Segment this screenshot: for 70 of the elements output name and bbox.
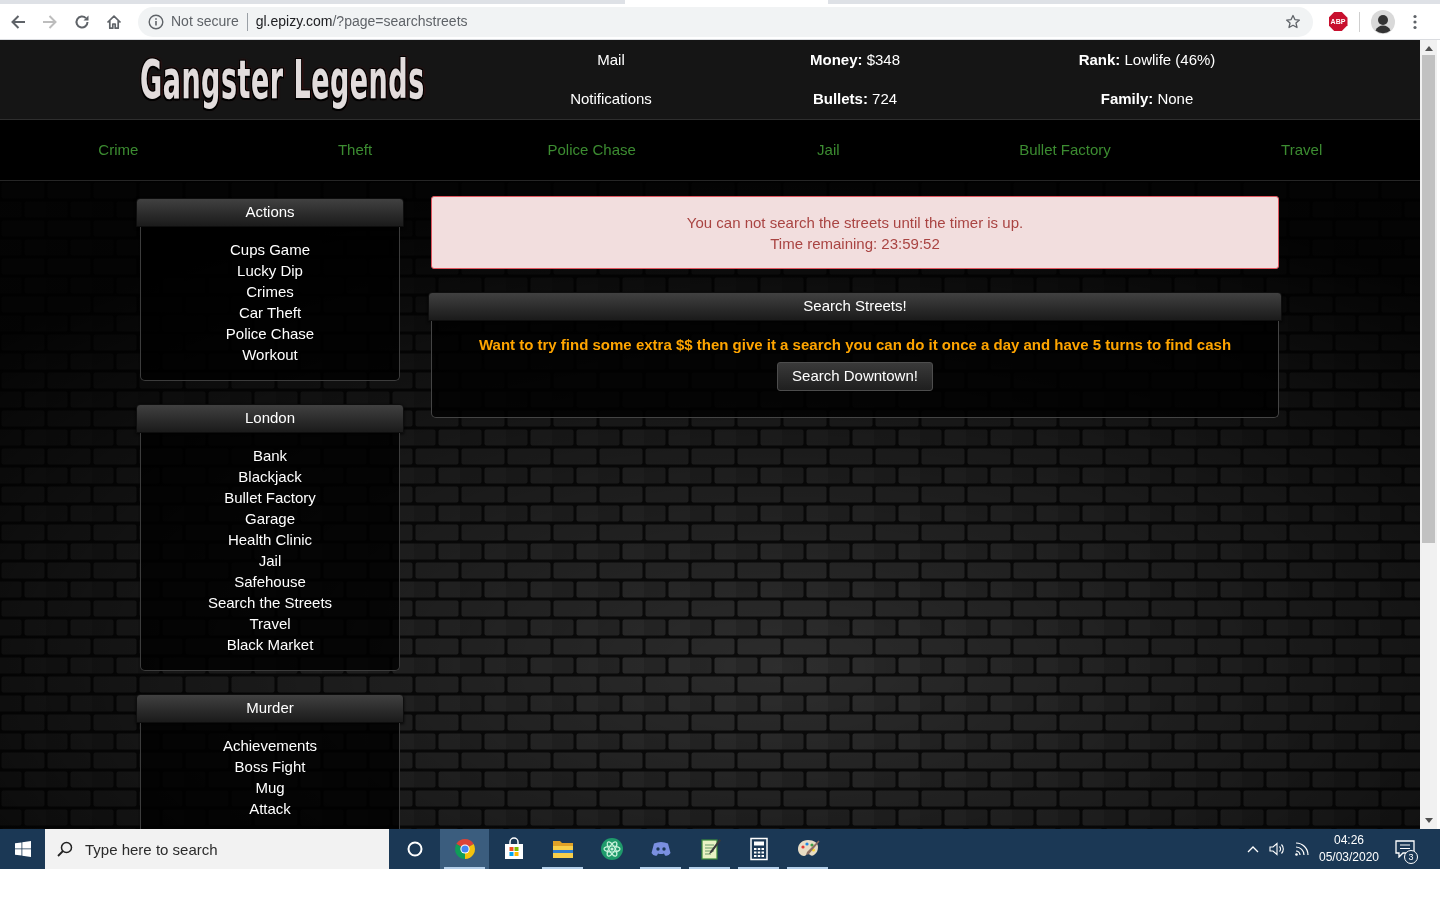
windows-logo-icon xyxy=(14,841,31,857)
sidebar-link[interactable]: Police Chase xyxy=(225,323,315,344)
search-downtown-button[interactable]: Search Downtown! xyxy=(777,362,933,391)
security-label[interactable]: Not secure xyxy=(171,11,239,32)
sidebar-link[interactable]: Blackjack xyxy=(238,466,302,487)
sidebar-link[interactable]: Safehouse xyxy=(234,571,306,592)
panel-header: Actions xyxy=(136,198,404,227)
panel-header: Murder xyxy=(136,694,404,723)
sidebar-link[interactable]: Travel xyxy=(249,613,291,634)
sidebar-link[interactable]: Garage xyxy=(244,508,295,529)
forward-arrow-icon xyxy=(42,13,58,30)
site-logo[interactable]: Gangster Legends xyxy=(140,52,425,107)
notifications-button[interactable]: 3 xyxy=(1384,829,1426,869)
sidebar-link[interactable]: Lucky Dip xyxy=(237,260,303,281)
scroll-up-arrow-icon[interactable] xyxy=(1424,46,1433,51)
sidebar-link[interactable]: Car Theft xyxy=(238,302,302,323)
sidebar-link[interactable]: Crimes xyxy=(246,281,294,302)
scroll-down-arrow-icon[interactable] xyxy=(1424,818,1433,823)
avatar-icon xyxy=(1371,9,1395,34)
back-arrow-icon xyxy=(10,13,26,30)
scrollbar[interactable] xyxy=(1420,40,1437,829)
chevron-up-icon xyxy=(1247,845,1259,853)
scrollbar-thumb[interactable] xyxy=(1422,55,1435,543)
nav-link[interactable]: Police Chase xyxy=(547,138,636,162)
clock-button[interactable]: 04:26 05/03/2020 xyxy=(1314,829,1384,869)
stat-text: Money: $348 xyxy=(809,49,900,70)
timer-text: Time remaining: 23:59:52 xyxy=(770,234,940,254)
sidebar-link[interactable]: Achievements xyxy=(222,735,318,756)
header-link[interactable]: Mail xyxy=(597,48,625,71)
taskbar-search-field[interactable]: Type here to search xyxy=(45,829,389,869)
speaker-icon xyxy=(1269,841,1285,857)
atom-icon xyxy=(599,837,624,861)
promo-text: Want to try find some extra $$ then give it a search you can do it once a day and have 5 turns to find cash xyxy=(478,335,1232,355)
notification-count-badge: 3 xyxy=(1404,850,1418,864)
wifi-icon xyxy=(1293,841,1310,857)
url-text[interactable]: gl.epizy.com/?page=searchstreets xyxy=(255,11,468,32)
sidebar-link[interactable]: Cups Game xyxy=(229,239,310,260)
panel-header: London xyxy=(136,404,404,433)
nav-link[interactable]: Travel xyxy=(1281,138,1323,162)
sidebar-link[interactable]: Search the Streets xyxy=(207,592,333,613)
nav-link[interactable]: Theft xyxy=(337,138,373,162)
sidebar-link[interactable]: Bank xyxy=(252,445,288,466)
message-icon xyxy=(1395,840,1415,858)
stat-text: Family: None xyxy=(1100,89,1194,109)
address-bar[interactable]: Not secure gl.epizy.com/?page=searchstreets xyxy=(138,6,1313,37)
sidebar-link[interactable]: Boss Fight xyxy=(234,756,306,777)
sidebar-link[interactable]: Bullet Factory xyxy=(224,487,316,508)
stat-text: Bullets: 724 xyxy=(812,89,898,109)
search-icon xyxy=(57,841,73,857)
star-icon xyxy=(1285,13,1301,30)
color-wheel-icon xyxy=(452,837,477,861)
sidebar-link[interactable]: Attack xyxy=(249,798,291,819)
reload-icon xyxy=(74,13,90,30)
panel-header: Search Streets! xyxy=(428,292,1282,321)
sidebar-link[interactable]: Workout xyxy=(242,344,298,365)
sidebar-link[interactable]: Mug xyxy=(255,777,285,798)
stat-text: Rank: Lowlife (46%) xyxy=(1078,49,1216,70)
menu-icon xyxy=(1413,13,1417,30)
home-icon xyxy=(106,13,122,30)
alert-message: You can not search the streets until the timer is up. xyxy=(686,213,1024,233)
nav-link[interactable]: Jail xyxy=(817,138,840,162)
sidebar-link[interactable]: Black Market xyxy=(226,634,314,655)
sidebar-link[interactable]: Health Clinic xyxy=(227,529,313,550)
nav-link[interactable]: Bullet Factory xyxy=(1019,138,1111,162)
info-icon[interactable] xyxy=(148,13,164,30)
header-link[interactable]: Notifications xyxy=(570,88,652,111)
profile-button[interactable] xyxy=(1369,7,1397,36)
ring-icon xyxy=(406,841,423,857)
nav-link[interactable]: Crime xyxy=(98,138,139,162)
sidebar-link[interactable]: Jail xyxy=(258,550,282,571)
